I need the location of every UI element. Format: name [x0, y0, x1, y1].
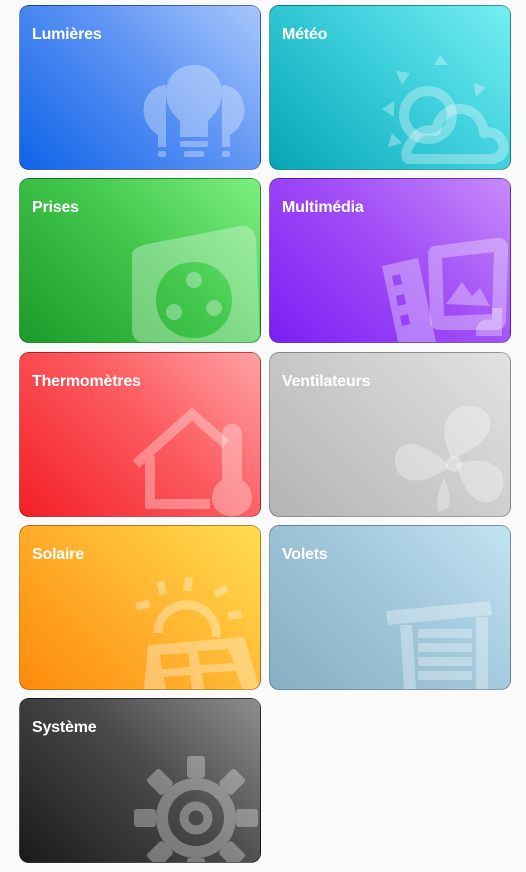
tile-label: Solaire [32, 546, 84, 563]
category-grid: Lumières Météo Prises Multimédia Thermom… [0, 0, 526, 872]
tile-lumieres[interactable]: Lumières [19, 5, 261, 170]
tile-multimedia[interactable]: Multimédia [269, 178, 511, 343]
gear-icon [128, 744, 260, 862]
tile-label: Système [32, 719, 97, 736]
tile-thermometres[interactable]: Thermomètres [19, 352, 261, 517]
tile-volets[interactable]: Volets [269, 525, 511, 690]
weather-partly-cloudy-icon [378, 51, 510, 169]
solar-panel-icon [128, 571, 260, 689]
home-thermometer-icon [128, 398, 260, 516]
tile-ventilateurs[interactable]: Ventilateurs [269, 352, 511, 517]
multimedia-icon [378, 224, 510, 342]
lightbulbs-icon [128, 51, 260, 169]
window-shutter-icon [378, 571, 510, 689]
tile-label: Lumières [32, 26, 102, 43]
tile-label: Thermomètres [32, 373, 141, 390]
tile-solaire[interactable]: Solaire [19, 525, 261, 690]
power-socket-icon [128, 224, 260, 342]
tile-label: Météo [282, 26, 328, 43]
fan-icon [378, 398, 510, 516]
tile-label: Prises [32, 199, 79, 216]
tile-label: Volets [282, 546, 328, 563]
tile-systeme[interactable]: Système [19, 698, 261, 863]
tile-label: Multimédia [282, 199, 364, 216]
tile-prises[interactable]: Prises [19, 178, 261, 343]
tile-meteo[interactable]: Météo [269, 5, 511, 170]
tile-label: Ventilateurs [282, 373, 371, 390]
